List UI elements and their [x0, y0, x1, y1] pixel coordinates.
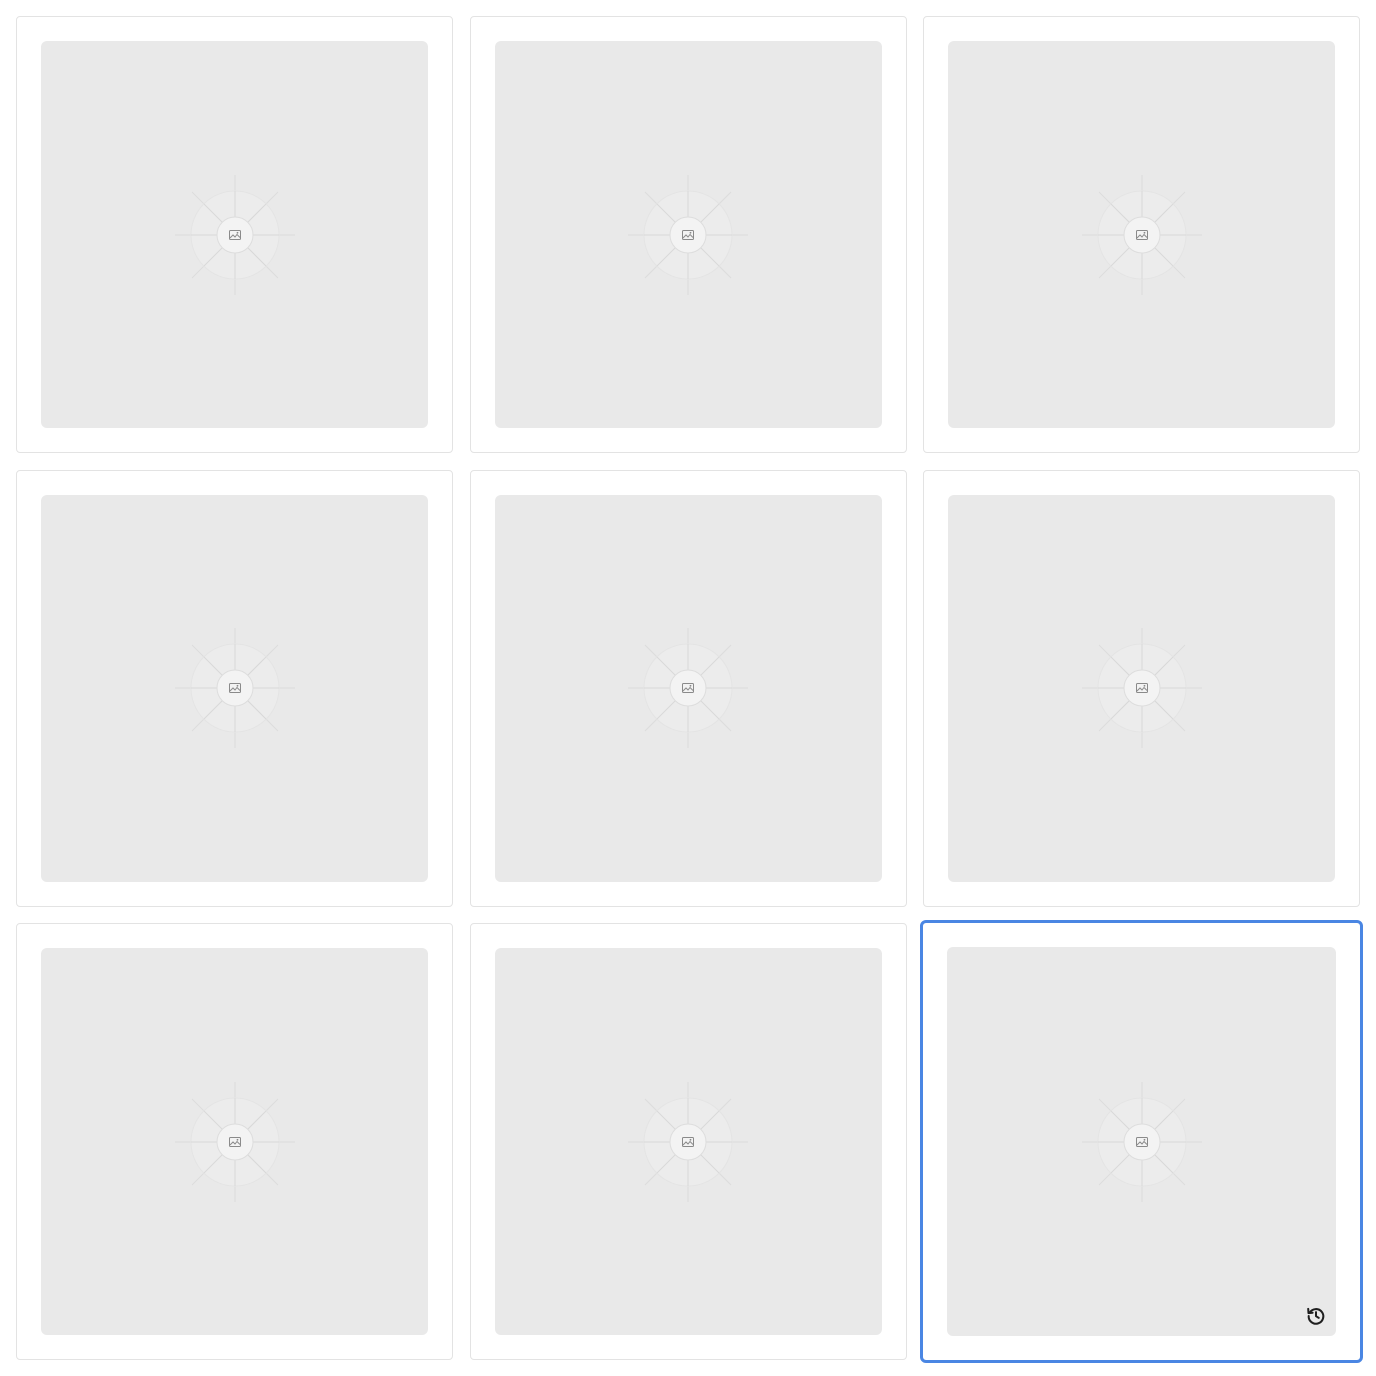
- image-thumbnail-placeholder: [948, 41, 1335, 428]
- image-placeholder-icon: [1081, 1081, 1202, 1202]
- image-placeholder-icon: [628, 174, 748, 295]
- gallery-tile[interactable]: [923, 469, 1360, 907]
- gallery-tile[interactable]: [469, 469, 907, 907]
- gallery-tile[interactable]: [16, 16, 453, 453]
- image-placeholder-icon: [1081, 174, 1202, 295]
- gallery-tile[interactable]: [16, 923, 453, 1360]
- image-placeholder-icon: [174, 628, 295, 748]
- gallery-tile[interactable]: [469, 16, 907, 453]
- image-gallery-grid: [16, 16, 1363, 1363]
- gallery-tile[interactable]: [16, 469, 453, 907]
- gallery-tile[interactable]: [469, 923, 907, 1360]
- image-thumbnail-placeholder: [41, 494, 428, 882]
- image-placeholder-icon: [628, 628, 748, 748]
- restore-history-button[interactable]: [1302, 1302, 1330, 1330]
- image-placeholder-icon: [1081, 628, 1202, 748]
- image-thumbnail-placeholder: [494, 41, 882, 428]
- image-thumbnail-placeholder: [41, 41, 428, 428]
- image-thumbnail-placeholder: [41, 948, 428, 1335]
- image-placeholder-icon: [174, 1081, 295, 1202]
- image-placeholder-icon: [628, 1081, 748, 1202]
- image-thumbnail-placeholder: [947, 947, 1336, 1336]
- image-thumbnail-placeholder: [494, 494, 882, 882]
- image-placeholder-icon: [174, 174, 295, 295]
- image-thumbnail-placeholder: [948, 494, 1335, 882]
- gallery-tile[interactable]: [923, 16, 1360, 453]
- gallery-tile[interactable]: [920, 920, 1363, 1363]
- history-icon: [1307, 1307, 1325, 1325]
- image-thumbnail-placeholder: [494, 948, 882, 1335]
